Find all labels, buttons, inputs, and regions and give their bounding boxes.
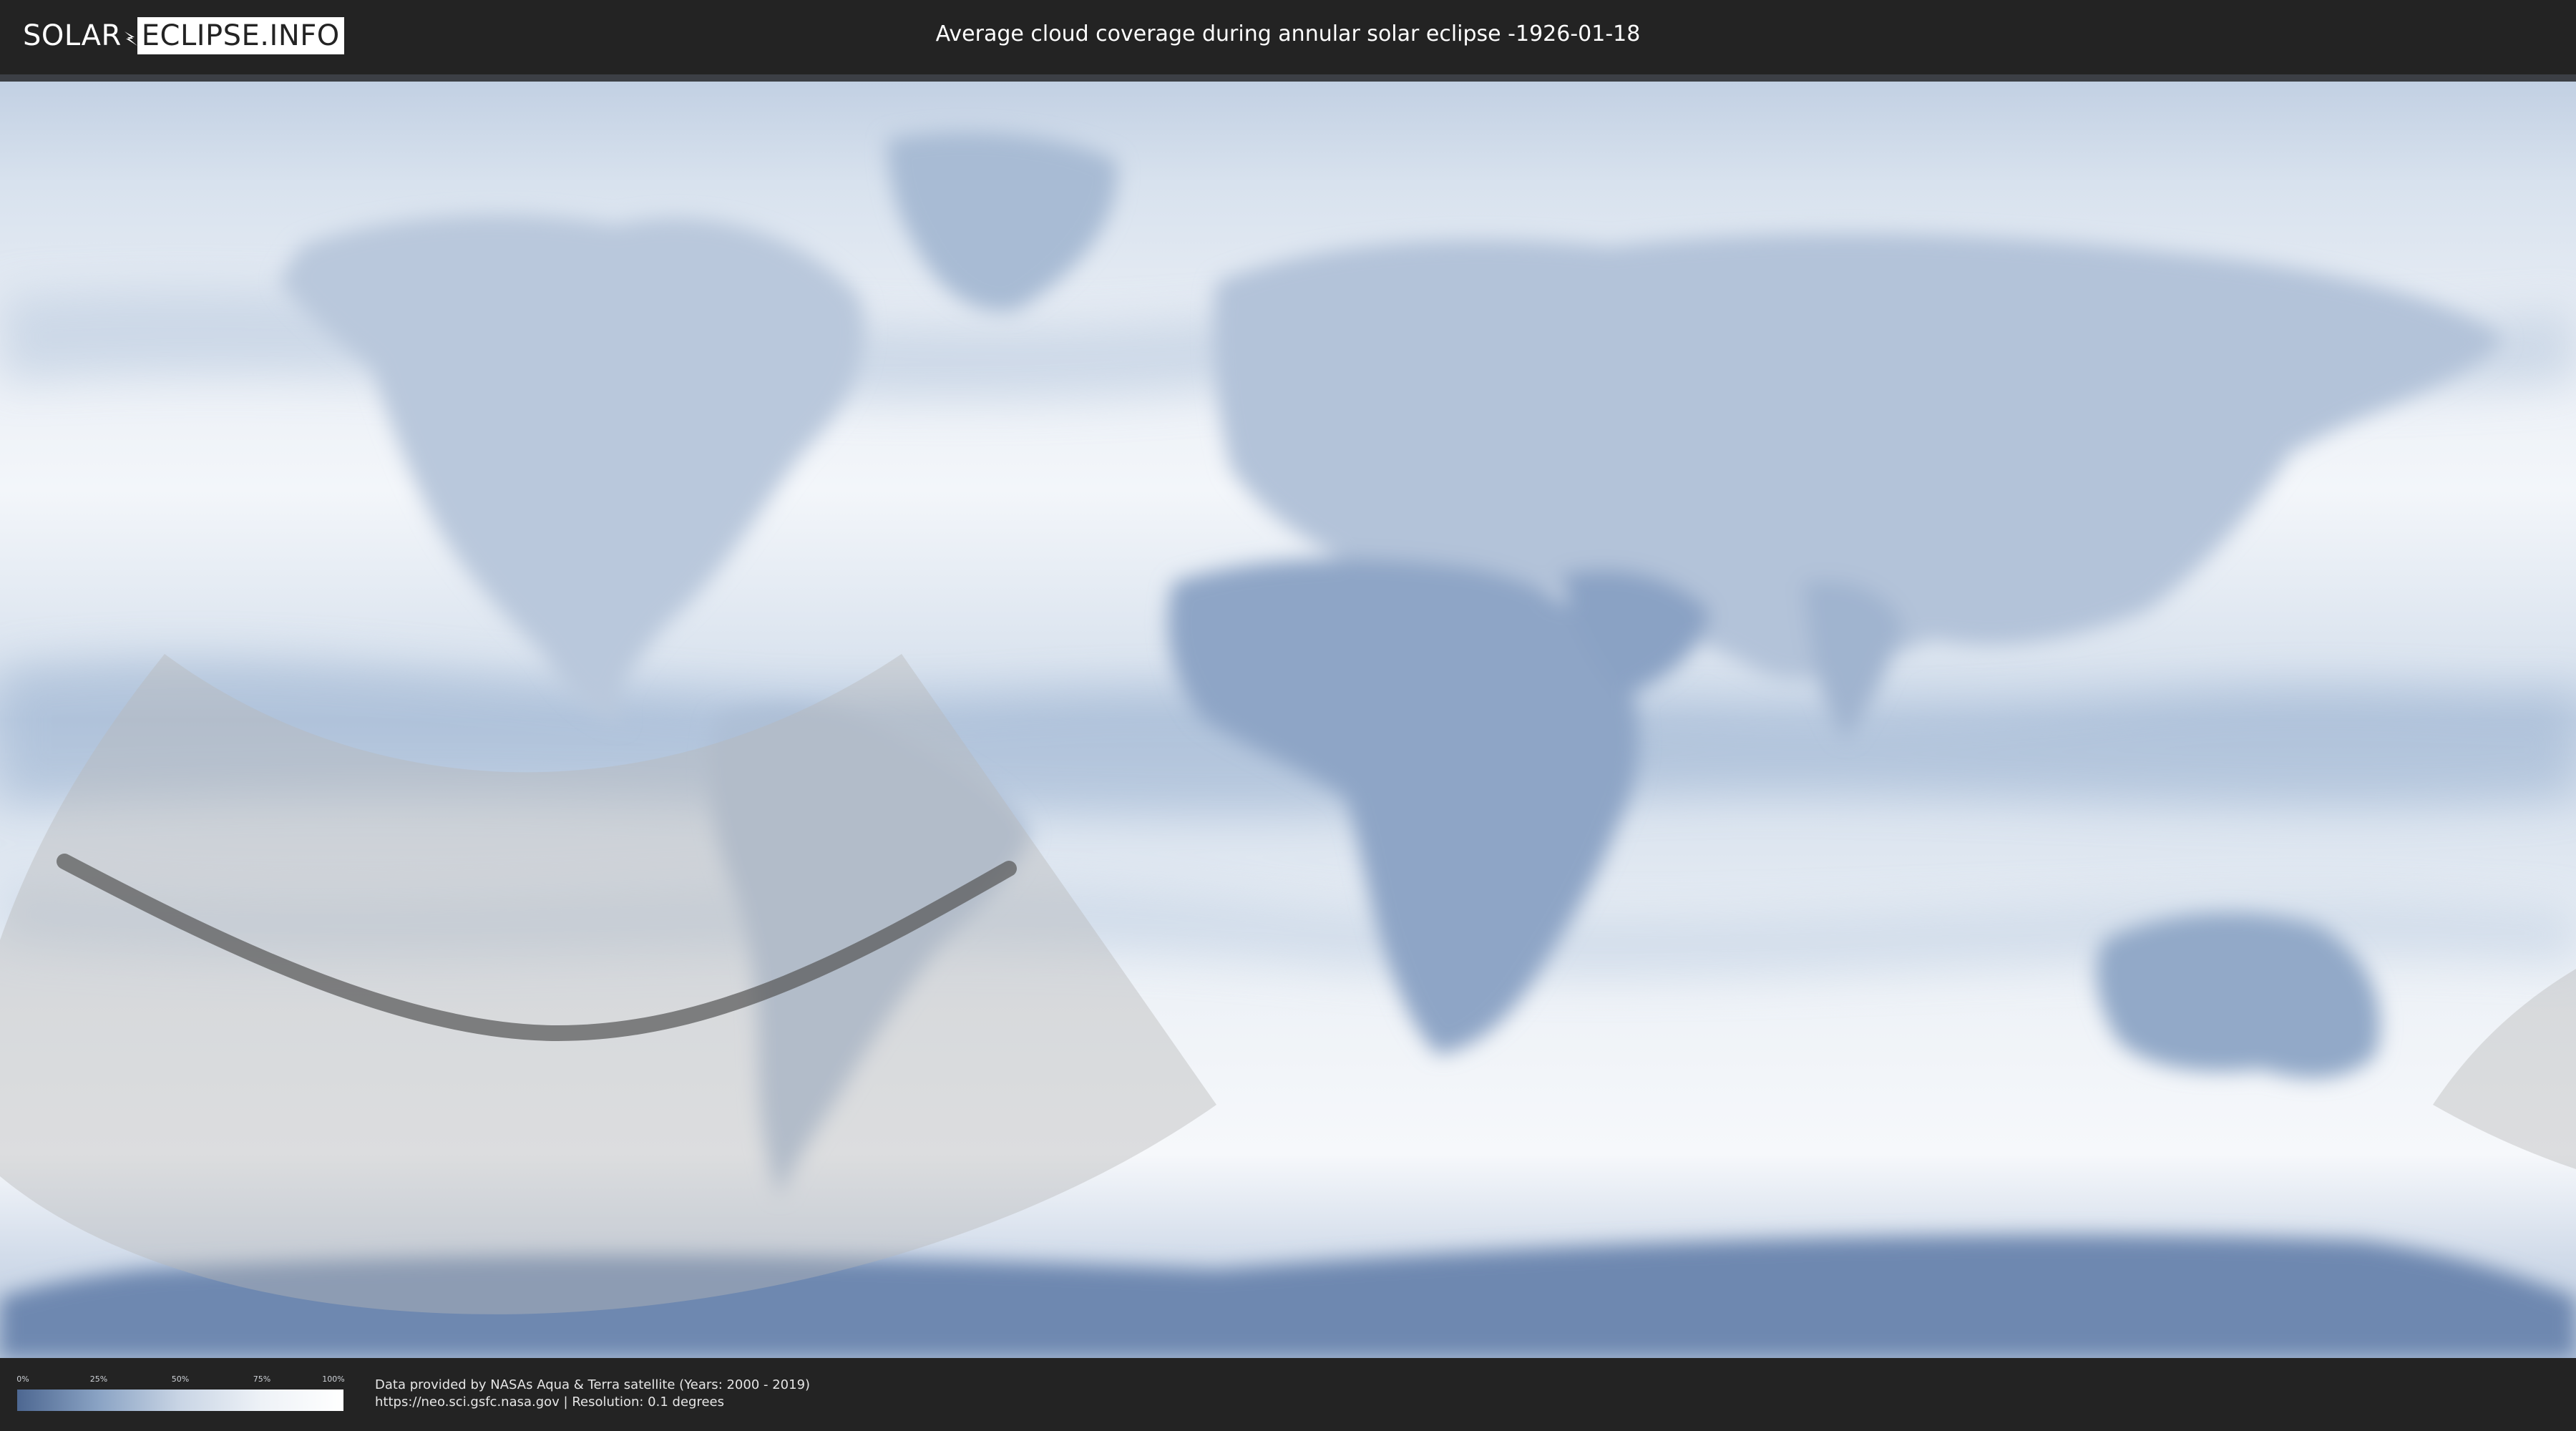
legend-tick: 100% [322,1374,345,1384]
cloud-coverage-map[interactable] [0,82,2576,1358]
credits-line-source: Data provided by NASAs Aqua & Terra sate… [375,1377,811,1392]
data-credits: Data provided by NASAs Aqua & Terra sate… [375,1377,810,1411]
map-frame [0,74,2576,1358]
legend-tick: 75% [253,1374,271,1384]
legend-tick: 25% [89,1374,108,1384]
legend-ticks: 0% 25% 50% 75% 100% [16,1374,345,1385]
legend-tick: 50% [171,1374,190,1384]
legend-color-bar [17,1390,343,1411]
cloud-coverage-legend: 0% 25% 50% 75% 100% [16,1374,345,1417]
legend-tick: 0% [16,1374,29,1384]
page-title: Average cloud coverage during annular so… [935,21,1641,47]
credits-line-url: https://neo.sci.gsfc.nasa.gov | Resoluti… [375,1395,724,1410]
